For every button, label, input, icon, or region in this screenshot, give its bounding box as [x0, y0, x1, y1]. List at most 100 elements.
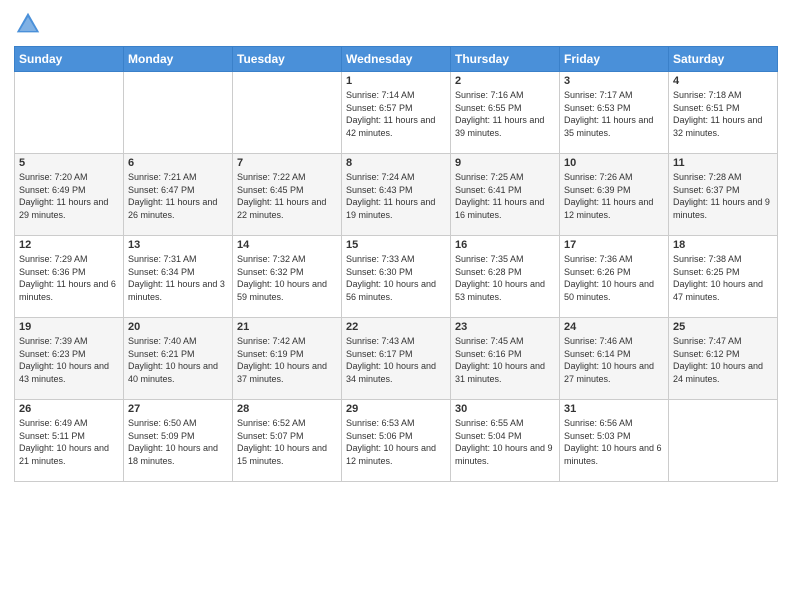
calendar-cell: 1Sunrise: 7:14 AM Sunset: 6:57 PM Daylig… [342, 72, 451, 154]
day-number: 1 [346, 75, 446, 87]
day-number: 3 [564, 75, 664, 87]
day-number: 20 [128, 321, 228, 333]
day-number: 24 [564, 321, 664, 333]
day-info: Sunrise: 6:56 AM Sunset: 5:03 PM Dayligh… [564, 417, 664, 467]
calendar-header-tuesday: Tuesday [233, 47, 342, 72]
day-info: Sunrise: 7:24 AM Sunset: 6:43 PM Dayligh… [346, 171, 446, 221]
calendar-cell: 22 Sunrise: 7:43 AM Sunset: 6:17 PM Dayli… [342, 318, 451, 400]
calendar-cell: 6Sunrise: 7:21 AM Sunset: 6:47 PM Daylig… [124, 154, 233, 236]
calendar-cell: 16Sunrise: 7:35 AM Sunset: 6:28 PM Dayli… [451, 236, 560, 318]
day-info: Sunrise: 6:52 AM Sunset: 5:07 PM Dayligh… [237, 417, 337, 467]
day-number: 21 [237, 321, 337, 333]
day-number: 26 [19, 403, 119, 415]
calendar-cell [124, 72, 233, 154]
day-info: Sunrise: 7:18 AM Sunset: 6:51 PM Dayligh… [673, 89, 773, 139]
day-info: Sunrise: 7:40 AM Sunset: 6:21 PM Dayligh… [128, 335, 228, 385]
logo [14, 10, 46, 38]
calendar-cell: 27 Sunrise: 6:50 AM Sunset: 5:09 PM Dayli… [124, 400, 233, 482]
calendar-week-1: 1Sunrise: 7:14 AM Sunset: 6:57 PM Daylig… [15, 72, 778, 154]
day-info: Sunrise: 7:33 AM Sunset: 6:30 PM Dayligh… [346, 253, 446, 303]
calendar-cell: 15 Sunrise: 7:33 AM Sunset: 6:30 PM Dayli… [342, 236, 451, 318]
calendar-cell: 12Sunrise: 7:29 AM Sunset: 6:36 PM Dayli… [15, 236, 124, 318]
day-info: Sunrise: 7:46 AM Sunset: 6:14 PM Dayligh… [564, 335, 664, 385]
calendar-header-saturday: Saturday [669, 47, 778, 72]
day-info: Sunrise: 7:42 AM Sunset: 6:19 PM Dayligh… [237, 335, 337, 385]
day-number: 11 [673, 157, 773, 169]
calendar-table: SundayMondayTuesdayWednesdayThursdayFrid… [14, 46, 778, 482]
calendar-cell: 19Sunrise: 7:39 AM Sunset: 6:23 PM Dayli… [15, 318, 124, 400]
calendar-body: 1Sunrise: 7:14 AM Sunset: 6:57 PM Daylig… [15, 72, 778, 482]
day-number: 7 [237, 157, 337, 169]
day-info: Sunrise: 6:55 AM Sunset: 5:04 PM Dayligh… [455, 417, 555, 467]
calendar-cell: 28 Sunrise: 6:52 AM Sunset: 5:07 PM Dayli… [233, 400, 342, 482]
day-number: 12 [19, 239, 119, 251]
calendar-cell: 23 Sunrise: 7:45 AM Sunset: 6:16 PM Dayli… [451, 318, 560, 400]
calendar-cell: 24 Sunrise: 7:46 AM Sunset: 6:14 PM Dayli… [560, 318, 669, 400]
day-number: 5 [19, 157, 119, 169]
day-number: 4 [673, 75, 773, 87]
day-number: 2 [455, 75, 555, 87]
day-info: Sunrise: 7:25 AM Sunset: 6:41 PM Dayligh… [455, 171, 555, 221]
calendar-cell [669, 400, 778, 482]
day-number: 30 [455, 403, 555, 415]
day-number: 6 [128, 157, 228, 169]
day-number: 13 [128, 239, 228, 251]
day-number: 17 [564, 239, 664, 251]
day-info: Sunrise: 7:47 AM Sunset: 6:12 PM Dayligh… [673, 335, 773, 385]
day-number: 9 [455, 157, 555, 169]
day-info: Sunrise: 7:45 AM Sunset: 6:16 PM Dayligh… [455, 335, 555, 385]
calendar-week-3: 12Sunrise: 7:29 AM Sunset: 6:36 PM Dayli… [15, 236, 778, 318]
day-info: Sunrise: 7:16 AM Sunset: 6:55 PM Dayligh… [455, 89, 555, 139]
calendar-header-friday: Friday [560, 47, 669, 72]
day-number: 25 [673, 321, 773, 333]
day-info: Sunrise: 7:22 AM Sunset: 6:45 PM Dayligh… [237, 171, 337, 221]
day-number: 31 [564, 403, 664, 415]
calendar-cell: 7 Sunrise: 7:22 AM Sunset: 6:45 PM Daylig… [233, 154, 342, 236]
day-info: Sunrise: 7:36 AM Sunset: 6:26 PM Dayligh… [564, 253, 664, 303]
calendar-cell: 13 Sunrise: 7:31 AM Sunset: 6:34 PM Dayli… [124, 236, 233, 318]
calendar-header-row: SundayMondayTuesdayWednesdayThursdayFrid… [15, 47, 778, 72]
header [14, 10, 778, 38]
calendar-cell: 17 Sunrise: 7:36 AM Sunset: 6:26 PM Dayli… [560, 236, 669, 318]
day-number: 27 [128, 403, 228, 415]
calendar-cell: 29 Sunrise: 6:53 AM Sunset: 5:06 PM Dayli… [342, 400, 451, 482]
calendar-cell [15, 72, 124, 154]
calendar-cell: 5 Sunrise: 7:20 AM Sunset: 6:49 PM Daylig… [15, 154, 124, 236]
page: SundayMondayTuesdayWednesdayThursdayFrid… [0, 0, 792, 612]
calendar-week-2: 5 Sunrise: 7:20 AM Sunset: 6:49 PM Daylig… [15, 154, 778, 236]
day-info: Sunrise: 7:38 AM Sunset: 6:25 PM Dayligh… [673, 253, 773, 303]
day-info: Sunrise: 7:31 AM Sunset: 6:34 PM Dayligh… [128, 253, 228, 303]
day-number: 8 [346, 157, 446, 169]
calendar-cell: 30 Sunrise: 6:55 AM Sunset: 5:04 PM Dayli… [451, 400, 560, 482]
calendar-header-wednesday: Wednesday [342, 47, 451, 72]
calendar-cell: 20 Sunrise: 7:40 AM Sunset: 6:21 PM Dayli… [124, 318, 233, 400]
calendar-cell: 14Sunrise: 7:32 AM Sunset: 6:32 PM Dayli… [233, 236, 342, 318]
calendar-week-4: 19Sunrise: 7:39 AM Sunset: 6:23 PM Dayli… [15, 318, 778, 400]
day-info: Sunrise: 7:20 AM Sunset: 6:49 PM Dayligh… [19, 171, 119, 221]
day-number: 22 [346, 321, 446, 333]
day-number: 28 [237, 403, 337, 415]
day-number: 18 [673, 239, 773, 251]
day-number: 10 [564, 157, 664, 169]
calendar-header-thursday: Thursday [451, 47, 560, 72]
day-info: Sunrise: 6:49 AM Sunset: 5:11 PM Dayligh… [19, 417, 119, 467]
calendar-header-monday: Monday [124, 47, 233, 72]
calendar-cell: 18 Sunrise: 7:38 AM Sunset: 6:25 PM Dayli… [669, 236, 778, 318]
calendar-cell: 21 Sunrise: 7:42 AM Sunset: 6:19 PM Dayli… [233, 318, 342, 400]
calendar-header-sunday: Sunday [15, 47, 124, 72]
day-info: Sunrise: 7:43 AM Sunset: 6:17 PM Dayligh… [346, 335, 446, 385]
day-number: 23 [455, 321, 555, 333]
day-info: Sunrise: 6:53 AM Sunset: 5:06 PM Dayligh… [346, 417, 446, 467]
calendar-cell: 31 Sunrise: 6:56 AM Sunset: 5:03 PM Dayli… [560, 400, 669, 482]
calendar-cell: 25 Sunrise: 7:47 AM Sunset: 6:12 PM Dayli… [669, 318, 778, 400]
calendar-cell: 8 Sunrise: 7:24 AM Sunset: 6:43 PM Daylig… [342, 154, 451, 236]
calendar-cell: 3 Sunrise: 7:17 AM Sunset: 6:53 PM Daylig… [560, 72, 669, 154]
day-info: Sunrise: 6:50 AM Sunset: 5:09 PM Dayligh… [128, 417, 228, 467]
day-info: Sunrise: 7:26 AM Sunset: 6:39 PM Dayligh… [564, 171, 664, 221]
day-number: 29 [346, 403, 446, 415]
day-number: 19 [19, 321, 119, 333]
day-number: 15 [346, 239, 446, 251]
day-info: Sunrise: 7:35 AM Sunset: 6:28 PM Dayligh… [455, 253, 555, 303]
calendar-cell: 10 Sunrise: 7:26 AM Sunset: 6:39 PM Dayli… [560, 154, 669, 236]
day-info: Sunrise: 7:17 AM Sunset: 6:53 PM Dayligh… [564, 89, 664, 139]
